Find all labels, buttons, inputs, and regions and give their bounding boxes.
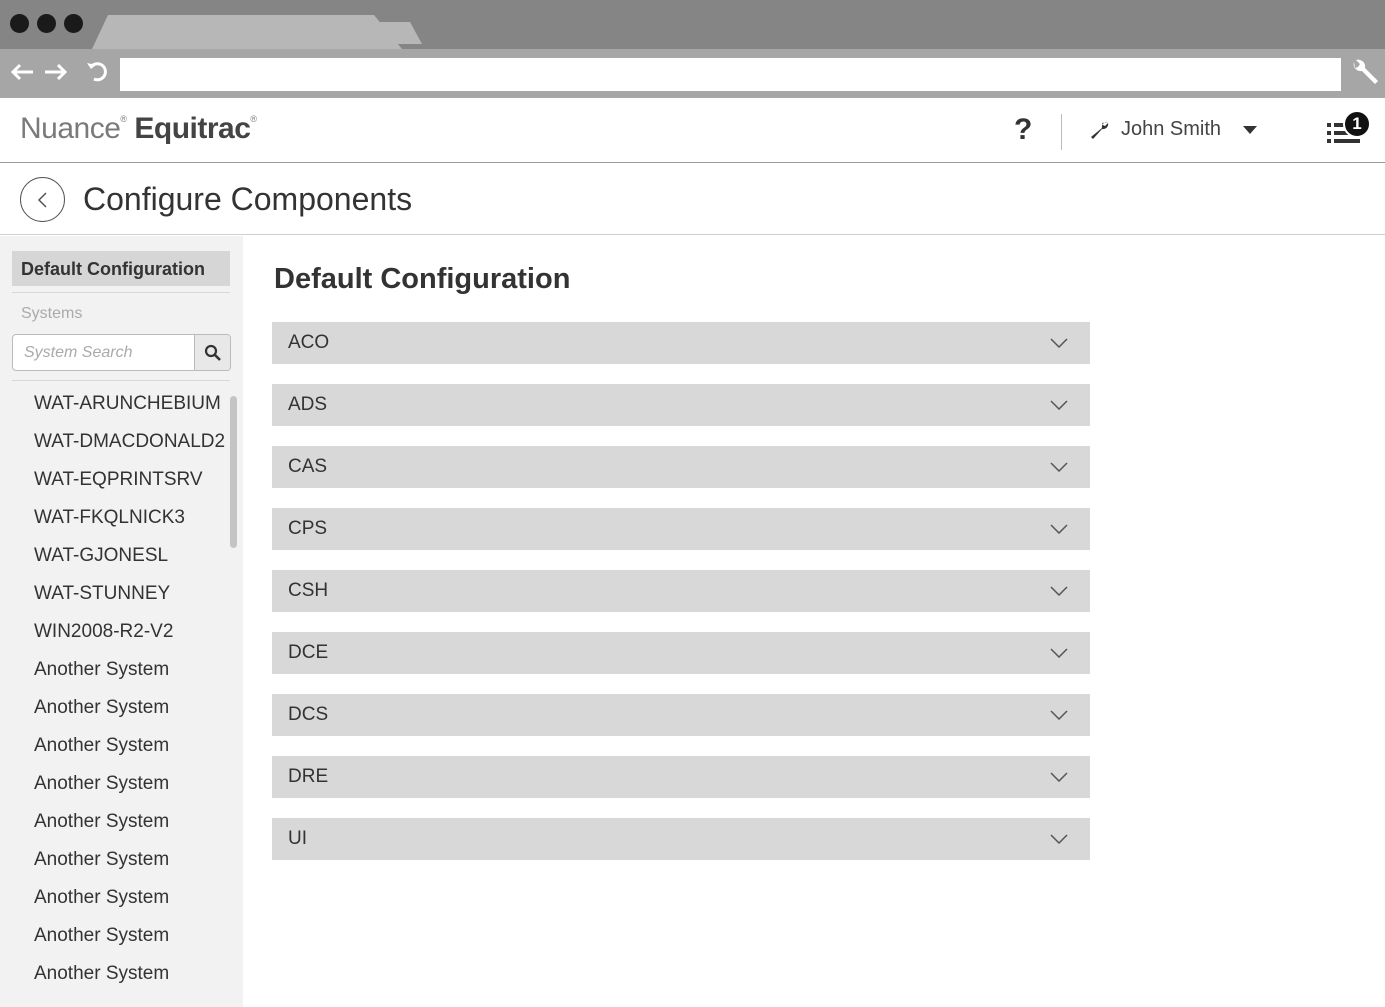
browser-tab[interactable] xyxy=(92,15,402,49)
chevron-down-icon xyxy=(1050,834,1068,844)
chevron-down-icon xyxy=(1050,400,1068,410)
browser-reload-button[interactable] xyxy=(84,58,112,86)
component-accordion[interactable]: CAS xyxy=(272,446,1090,488)
component-accordion[interactable]: CSH xyxy=(272,570,1090,612)
system-search-input[interactable] xyxy=(13,335,194,370)
search-icon xyxy=(204,344,221,361)
component-label: ADS xyxy=(288,394,328,415)
system-list-item[interactable]: Another System xyxy=(34,689,229,727)
component-label: DRE xyxy=(288,766,329,787)
chevron-down-icon xyxy=(1050,524,1068,534)
component-accordion[interactable]: DRE xyxy=(272,756,1090,798)
component-label: ACO xyxy=(288,332,330,353)
component-label: CAS xyxy=(288,456,328,477)
system-list-item[interactable]: WIN2008-R2-V2 xyxy=(34,613,229,651)
reload-icon xyxy=(87,62,107,82)
main-title: Default Configuration xyxy=(274,263,571,295)
system-list: WAT-ARUNCHEBIUM WAT-DMACDONALD2 WAT-EQPRIN… xyxy=(34,385,229,993)
wrench-icon xyxy=(1353,59,1378,84)
arrow-left-icon xyxy=(10,63,33,81)
system-list-item[interactable]: WAT-DMACDONALD2 xyxy=(34,423,229,461)
chevron-left-icon xyxy=(37,191,47,208)
system-list-item[interactable]: WAT-FKQLNICK3 xyxy=(34,499,229,537)
window-controls xyxy=(10,14,83,33)
chevron-down-icon xyxy=(1050,338,1068,348)
system-list-item[interactable]: WAT-ARUNCHEBIUM xyxy=(34,385,229,423)
system-list-item[interactable]: Another System xyxy=(34,917,229,955)
header-divider xyxy=(1061,114,1062,150)
component-label: UI xyxy=(288,828,307,849)
window-maximize-dot[interactable] xyxy=(64,14,83,33)
system-list-item[interactable]: Another System xyxy=(34,841,229,879)
system-list-scrollbar[interactable] xyxy=(230,396,237,548)
component-accordion[interactable]: DCS xyxy=(272,694,1090,736)
help-button[interactable]: ? xyxy=(1014,113,1032,147)
search-button[interactable] xyxy=(194,335,230,370)
system-list-item[interactable]: Another System xyxy=(34,765,229,803)
user-menu[interactable]: John Smith xyxy=(1089,118,1258,141)
brand-logo: Nuance® Equitrac® xyxy=(20,112,257,145)
component-accordion[interactable]: UI xyxy=(272,818,1090,860)
brand-name: Nuance xyxy=(20,112,121,145)
system-list-item[interactable]: Another System xyxy=(34,955,229,993)
sidebar-divider xyxy=(12,380,230,381)
component-accordion[interactable]: ACO xyxy=(272,322,1090,364)
product-name: Equitrac xyxy=(134,112,251,145)
sidebar-section-label: Systems xyxy=(21,305,83,322)
browser-back-button[interactable] xyxy=(8,58,36,86)
chevron-down-icon xyxy=(1050,772,1068,782)
system-list-item[interactable]: WAT-GJONESL xyxy=(34,537,229,575)
page-title: Configure Components xyxy=(83,181,413,217)
user-name: John Smith xyxy=(1121,118,1222,140)
chevron-down-icon xyxy=(1243,125,1258,134)
system-list-item[interactable]: WAT-STUNNEY xyxy=(34,575,229,613)
chevron-down-icon xyxy=(1050,586,1068,596)
chevron-down-icon xyxy=(1050,710,1068,720)
window-close-dot[interactable] xyxy=(10,14,29,33)
system-list-item[interactable]: Another System xyxy=(34,651,229,689)
component-accordion[interactable]: DCE xyxy=(272,632,1090,674)
system-list-item[interactable]: Another System xyxy=(34,803,229,841)
sidebar-divider xyxy=(12,292,230,293)
notification-badge: 1 xyxy=(1343,110,1371,138)
component-label: CPS xyxy=(288,518,328,539)
back-button[interactable] xyxy=(20,177,65,222)
system-list-item[interactable]: WAT-EQPRINTSRV xyxy=(34,461,229,499)
system-list-item[interactable]: Another System xyxy=(34,879,229,917)
component-accordion[interactable]: CPS xyxy=(272,508,1090,550)
browser-forward-button[interactable] xyxy=(42,58,70,86)
chevron-down-icon xyxy=(1050,462,1068,472)
address-bar[interactable] xyxy=(120,58,1341,91)
chevron-down-icon xyxy=(1050,648,1068,658)
component-label: DCE xyxy=(288,642,329,663)
component-label: CSH xyxy=(288,580,329,601)
system-search xyxy=(12,334,231,371)
window-minimize-dot[interactable] xyxy=(37,14,56,33)
component-accordion[interactable]: ADS xyxy=(272,384,1090,426)
wrench-icon xyxy=(1091,121,1109,139)
component-label: DCS xyxy=(288,704,329,725)
arrow-right-icon xyxy=(45,63,68,81)
browser-settings-button[interactable] xyxy=(1348,58,1380,90)
system-list-item[interactable]: Another System xyxy=(34,727,229,765)
sidebar-item-default-configuration[interactable]: Default Configuration xyxy=(12,251,230,286)
